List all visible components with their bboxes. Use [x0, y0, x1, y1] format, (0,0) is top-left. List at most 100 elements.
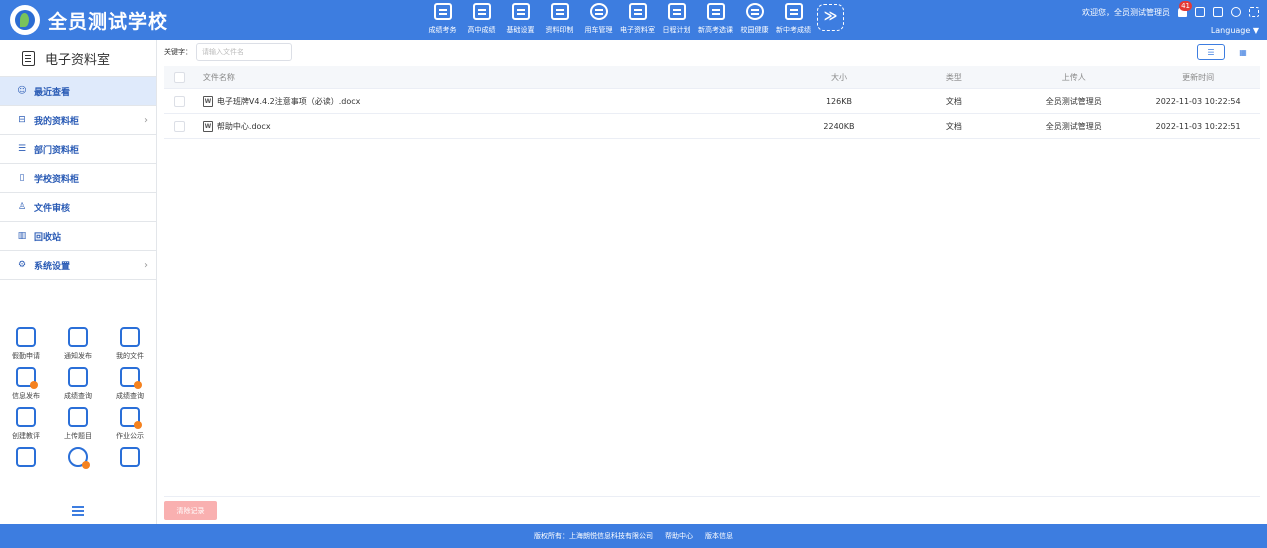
bell-icon[interactable]: 41	[1178, 1, 1192, 17]
chevron-right-icon: ›	[144, 114, 148, 126]
nav-item-e-library[interactable]: 电子资料室	[618, 0, 657, 40]
chat-bubble-icon	[16, 407, 36, 427]
cabinet-icon: ▯	[19, 173, 25, 183]
nav-item-highschool-scores[interactable]: 高中成绩	[462, 0, 501, 40]
shirt-icon[interactable]	[1213, 7, 1223, 17]
user-area: 欢迎您，全员测试管理员 41 Language ▼	[1082, 1, 1259, 35]
quick-link-upload-question[interactable]: 上传题目	[52, 407, 104, 441]
home-icon[interactable]	[1195, 7, 1205, 17]
version-info-link[interactable]: 版本信息	[705, 531, 733, 541]
chevron-right-icon: ›	[144, 259, 148, 271]
double-chevron-down-icon[interactable]: ≫	[817, 4, 844, 31]
file-size: 126KB	[825, 96, 852, 106]
power-icon[interactable]	[1231, 7, 1241, 17]
quick-link-score-query[interactable]: 成绩查询	[52, 367, 104, 401]
heart-pulse-icon	[745, 3, 764, 20]
smile-icon: ☺	[17, 86, 27, 96]
brand[interactable]: 全员测试学校	[10, 4, 168, 36]
fullscreen-icon[interactable]	[1249, 7, 1259, 17]
table-row[interactable]: W 电子班牌V4.4.2注意事项（必读）.docx 126KB 文档 全员测试管理…	[164, 89, 1260, 114]
nav-item-midterm-scores[interactable]: 新中考成绩	[774, 0, 813, 40]
search-input[interactable]	[196, 43, 292, 61]
file-name[interactable]: 帮助中心.docx	[217, 121, 271, 132]
search-bar: 关键字：	[164, 43, 292, 61]
leave-request-icon	[16, 327, 36, 347]
quick-link-score-query-2[interactable]: 成绩查询	[104, 367, 156, 401]
sidebar-item-school-cabinet[interactable]: ▯ 学校资料柜	[0, 164, 156, 193]
column-header-updated[interactable]: 更新时间	[1136, 72, 1260, 83]
main-content: 关键字： ☰ ▦ 文件名称 大小 类型 上传人 更新时间 W 电子班牌V4.4.2…	[157, 40, 1267, 524]
quick-link-info-publish[interactable]: 信息发布	[0, 367, 52, 401]
select-all-checkbox[interactable]	[174, 71, 185, 83]
homework-icon	[120, 407, 142, 429]
sidebar-title: 电子资料室	[45, 52, 111, 68]
quick-link-create-evaluation[interactable]: 创建教评	[0, 407, 52, 441]
row-checkbox[interactable]	[174, 120, 185, 132]
list-view-button[interactable]: ☰	[1197, 44, 1225, 60]
calendar-list-icon	[667, 3, 686, 20]
server-icon: ☰	[17, 144, 27, 154]
column-header-size[interactable]: 大小	[782, 72, 897, 83]
nav-item-printing[interactable]: 资料印制	[540, 0, 579, 40]
sidebar-item-label: 部门资料柜	[34, 145, 80, 156]
sidebar-item-label: 学校资料柜	[34, 174, 80, 185]
printer-icon	[550, 3, 569, 20]
column-header-uploader[interactable]: 上传人	[1011, 72, 1136, 83]
upload-question-icon	[68, 407, 88, 427]
gear-icon: ⚙	[17, 260, 27, 270]
quick-link-user-settings[interactable]	[52, 447, 104, 471]
word-file-icon: W	[202, 95, 213, 107]
user-settings-icon	[68, 447, 90, 469]
help-center-link[interactable]: 帮助中心	[665, 531, 693, 541]
nav-item-exams[interactable]: 成绩考务	[423, 0, 462, 40]
clear-records-button[interactable]: 清除记录	[164, 501, 217, 520]
sidebar-item-my-cabinet[interactable]: ⊟ 我的资料柜 ›	[0, 106, 156, 135]
nav-item-course-selection[interactable]: 新高考选课	[696, 0, 735, 40]
welcome-text: 欢迎您，全员测试管理员	[1082, 7, 1170, 17]
copyright-text: 版权所有：上海朗悦信息科技有限公司	[534, 532, 653, 540]
row-checkbox[interactable]	[174, 95, 185, 107]
file-updated: 2022-11-03 10:22:51	[1155, 121, 1241, 131]
top-header: 全员测试学校 成绩考务 高中成绩 基础设置 资料印制 用车管理 电子资料室 日程…	[0, 0, 1267, 40]
nav-item-health[interactable]: 校园健康	[735, 0, 774, 40]
language-selector[interactable]: Language ▼	[1082, 26, 1259, 35]
sidebar-item-department-cabinet[interactable]: ☰ 部门资料柜	[0, 135, 156, 164]
sidebar-item-file-review[interactable]: ♙ 文件审核	[0, 193, 156, 222]
report-card-icon	[784, 3, 803, 20]
layers-icon	[511, 3, 530, 20]
divider	[164, 496, 1260, 497]
table-row[interactable]: W 帮助中心.docx 2240KB 文档 全员测试管理员 2022-11-03 …	[164, 114, 1260, 139]
car-icon	[589, 3, 608, 20]
sidebar-item-label: 我的资料柜	[34, 116, 80, 127]
file-name[interactable]: 电子班牌V4.4.2注意事项（必读）.docx	[217, 96, 360, 107]
quick-link-leave-request[interactable]: 假勤申请	[0, 327, 52, 361]
page-footer: 版权所有：上海朗悦信息科技有限公司 帮助中心 版本信息	[0, 524, 1267, 548]
quick-link-building[interactable]	[104, 447, 156, 471]
collapse-sidebar-icon[interactable]	[72, 506, 84, 516]
notification-badge: 41	[1179, 1, 1192, 11]
quick-link-notice[interactable]: 通知发布	[52, 327, 104, 361]
nav-item-vehicles[interactable]: 用车管理	[579, 0, 618, 40]
score-100-icon	[120, 367, 142, 389]
sidebar-item-system-settings[interactable]: ⚙ 系统设置 ›	[0, 251, 156, 280]
quick-link-my-files[interactable]: 我的文件	[104, 327, 156, 361]
nav-item-schedule[interactable]: 日程计划	[657, 0, 696, 40]
column-header-type[interactable]: 类型	[896, 72, 1011, 83]
school-name: 全员测试学校	[48, 10, 169, 33]
top-nav: 成绩考务 高中成绩 基础设置 资料印制 用车管理 电子资料室 日程计划 新高考选…	[423, 0, 844, 40]
file-table: 文件名称 大小 类型 上传人 更新时间 W 电子班牌V4.4.2注意事项（必读）.…	[164, 66, 1260, 139]
folder-icon	[120, 327, 140, 347]
sidebar-item-label: 最近查看	[34, 87, 71, 98]
file-size: 2240KB	[823, 121, 855, 131]
sidebar-item-recycle-bin[interactable]: ▥ 回收站	[0, 222, 156, 251]
nav-item-basic-settings[interactable]: 基础设置	[501, 0, 540, 40]
quick-link-homework[interactable]: 作业公示	[104, 407, 156, 441]
trash-icon: ▥	[17, 231, 27, 241]
sidebar-item-recent[interactable]: ☺ 最近查看	[0, 77, 156, 106]
table-header: 文件名称 大小 类型 上传人 更新时间	[164, 66, 1260, 89]
score-query-icon	[68, 367, 88, 387]
column-header-name[interactable]: 文件名称	[203, 72, 782, 83]
view-toggle: ☰ ▦	[1197, 44, 1257, 60]
quick-link-id-card[interactable]	[0, 447, 52, 471]
grid-view-button[interactable]: ▦	[1229, 44, 1257, 60]
